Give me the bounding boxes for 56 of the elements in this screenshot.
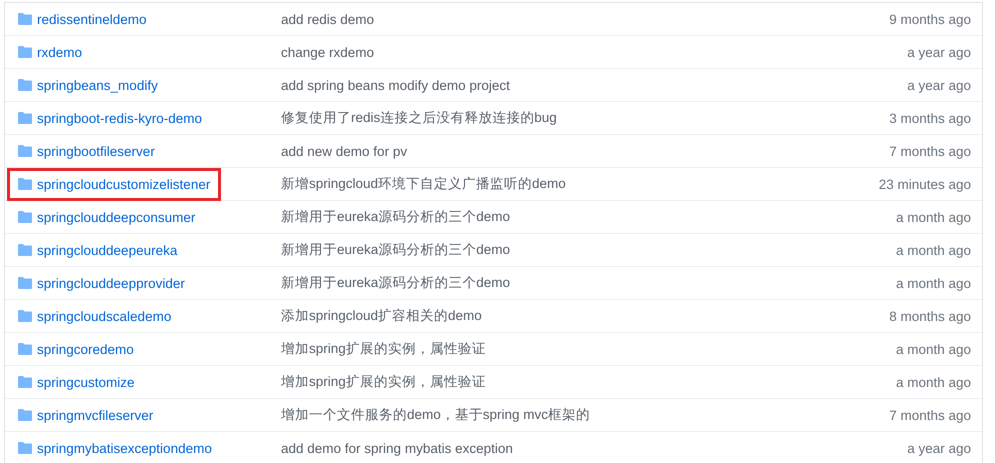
folder-link[interactable]: springclouddeepconsumer — [37, 210, 196, 224]
commit-age: a month ago — [896, 342, 972, 356]
commit-age: 7 months ago — [889, 408, 972, 422]
commit-age: a month ago — [896, 374, 972, 390]
commit-age: 23 minutes ago — [878, 176, 972, 192]
commit-age: 7 months ago — [889, 144, 972, 158]
commit-age: 3 months ago — [889, 110, 972, 126]
commit-age: a year ago — [907, 44, 972, 60]
folder-icon — [18, 13, 32, 25]
commit-age: 8 months ago — [889, 308, 972, 324]
commit-message[interactable]: 新增用于eureka源码分析的三个demo — [277, 208, 896, 226]
folder-icon — [18, 79, 32, 91]
commit-message[interactable]: add redis demo — [277, 12, 890, 26]
commit-message[interactable]: 新增springcloud环境下自定义广播监听的demo — [277, 175, 879, 193]
commit-age: 9 months ago — [889, 12, 972, 26]
folder-link[interactable]: springmvcfileserver — [37, 408, 154, 422]
folder-icon — [18, 211, 32, 223]
folder-icon — [18, 409, 32, 421]
folder-link[interactable]: springbeans_modify — [37, 78, 158, 92]
commit-message[interactable]: change rxdemo — [277, 44, 908, 60]
commit-message[interactable]: 修复使用了redis连接之后没有释放连接的bug — [277, 109, 890, 127]
folder-link[interactable]: springcloudscaledemo — [37, 308, 172, 324]
folder-link[interactable]: rxdemo — [37, 44, 82, 60]
folder-icon — [18, 442, 32, 454]
commit-age: a year ago — [907, 78, 972, 92]
commit-age: a month ago — [896, 242, 972, 258]
commit-age: a year ago — [907, 440, 972, 456]
commit-message[interactable]: add spring beans modify demo project — [277, 78, 908, 92]
folder-link[interactable]: springcustomize — [37, 374, 135, 390]
folder-link[interactable]: springcoredemo — [37, 342, 134, 356]
folder-link[interactable]: springclouddeepprovider — [37, 276, 185, 290]
commit-message[interactable]: add new demo for pv — [277, 144, 890, 158]
folder-icon — [18, 310, 32, 322]
commit-message[interactable]: 新增用于eureka源码分析的三个demo — [277, 241, 896, 259]
folder-link[interactable]: springbootfileserver — [37, 144, 155, 158]
commit-message[interactable]: add demo for spring mybatis exception — [277, 440, 908, 456]
folder-link[interactable]: springcloudcustomizelistener — [37, 176, 210, 192]
commit-message[interactable]: 增加spring扩展的实例，属性验证 — [277, 340, 896, 358]
folder-link[interactable]: springmybatisexceptiondemo — [37, 440, 212, 456]
commit-age: a month ago — [896, 276, 972, 290]
commit-message[interactable]: 增加一个文件服务的demo，基于spring mvc框架的 — [277, 406, 890, 424]
folder-icon — [18, 277, 32, 289]
commit-age: a month ago — [896, 210, 972, 224]
folder-icon — [18, 178, 32, 190]
folder-icon — [18, 376, 32, 388]
folder-link[interactable]: springclouddeepeureka — [37, 242, 178, 258]
folder-icon — [18, 46, 32, 58]
folder-icon — [18, 112, 32, 124]
folder-icon — [18, 145, 32, 157]
folder-icon — [18, 244, 32, 256]
folder-link[interactable]: springboot-redis-kyro-demo — [37, 110, 202, 126]
commit-message[interactable]: 新增用于eureka源码分析的三个demo — [277, 274, 896, 292]
commit-message[interactable]: 添加springcloud扩容相关的demo — [277, 307, 890, 325]
commit-message[interactable]: 增加spring扩展的实例，属性验证 — [277, 373, 896, 391]
folder-icon — [18, 343, 32, 355]
folder-link[interactable]: redissentineldemo — [37, 12, 147, 26]
